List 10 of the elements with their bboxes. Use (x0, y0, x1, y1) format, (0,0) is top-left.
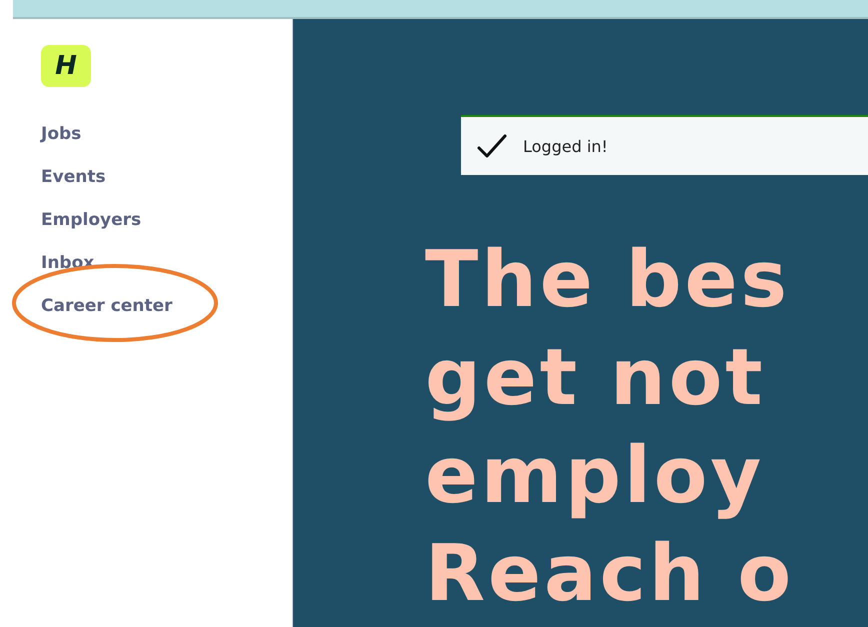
logo[interactable]: H (41, 45, 91, 87)
headline-line: Reach o (425, 528, 796, 621)
nav-link[interactable]: Employers (41, 207, 142, 233)
checkmark-icon (477, 133, 507, 159)
headline-line: The bes (425, 234, 791, 327)
headline-line: get not (425, 332, 767, 425)
headline-line: employ (425, 430, 766, 523)
nav-link[interactable]: Jobs (41, 121, 82, 147)
nav-link[interactable]: Events (41, 164, 106, 190)
toast-message: Logged in! (523, 136, 608, 156)
